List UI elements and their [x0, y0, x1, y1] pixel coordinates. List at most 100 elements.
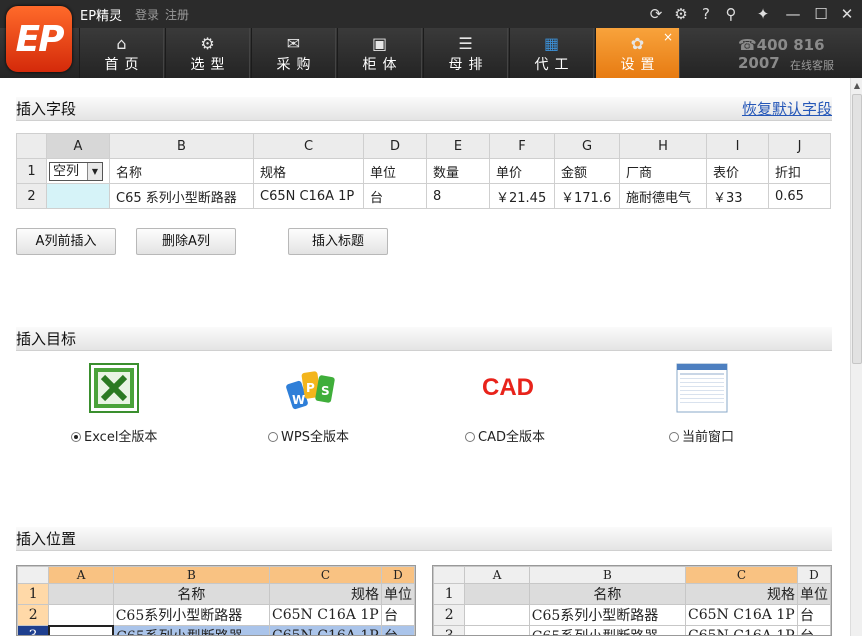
- sheet-cell[interactable]: [464, 604, 530, 626]
- value-cell[interactable]: ￥33: [706, 183, 769, 209]
- sheet-cell[interactable]: [48, 583, 114, 605]
- current-window-radio[interactable]: [669, 432, 679, 442]
- position-sheet-left[interactable]: A B C D 1 名称 规格 单位 2 C65系列小型断路器 C65N C16…: [16, 565, 416, 636]
- sheet-cell[interactable]: 名称: [112, 583, 271, 605]
- menu-icon[interactable]: ⚲: [720, 3, 742, 25]
- register-link[interactable]: 注册: [165, 6, 189, 23]
- online-service-link[interactable]: 在线客服: [790, 57, 834, 73]
- value-cell[interactable]: 台: [363, 183, 427, 209]
- sheet-cell[interactable]: [464, 583, 530, 605]
- sheet-cell[interactable]: 单位: [796, 583, 831, 605]
- pin-icon[interactable]: ✦: [752, 3, 774, 25]
- sheet-cell[interactable]: C65系列小型断路器: [528, 604, 687, 626]
- col-header[interactable]: A: [46, 133, 110, 159]
- scroll-thumb[interactable]: [852, 94, 862, 364]
- field-cell[interactable]: 数量: [426, 158, 490, 184]
- cad-radio[interactable]: [465, 432, 475, 442]
- col-header[interactable]: C: [253, 133, 364, 159]
- field-cell[interactable]: 单位: [363, 158, 427, 184]
- scroll-up-icon[interactable]: ▲: [851, 80, 862, 92]
- refresh-icon[interactable]: ⟳: [645, 3, 667, 25]
- sheet-cell[interactable]: C65N C16A 1P: [269, 625, 382, 635]
- nav-busbar[interactable]: ☰ 母排: [423, 28, 508, 78]
- field-cell[interactable]: 折扣: [768, 158, 831, 184]
- nav-purchase[interactable]: ✉ 采购: [251, 28, 336, 78]
- cad-icon[interactable]: CAD: [478, 372, 538, 404]
- nav-oem[interactable]: ▦ 代工: [509, 28, 594, 78]
- minimize-icon[interactable]: —: [782, 3, 804, 25]
- wps-icon[interactable]: W P S: [285, 362, 337, 414]
- col-header[interactable]: D: [363, 133, 427, 159]
- insert-before-a-button[interactable]: A列前插入: [16, 228, 116, 255]
- sheet-cell[interactable]: 台: [380, 604, 415, 626]
- insert-title-button[interactable]: 插入标题: [288, 228, 388, 255]
- delete-column-a-button[interactable]: 删除A列: [136, 228, 236, 255]
- excel-icon[interactable]: [89, 363, 139, 413]
- sheet-row-number[interactable]: 2: [17, 604, 50, 626]
- nav-select[interactable]: ⚙ 选型: [165, 28, 250, 78]
- value-cell[interactable]: ￥171.6: [554, 183, 620, 209]
- sheet-cell[interactable]: C65系列小型断路器: [112, 604, 271, 626]
- sheet-cell[interactable]: C65N C16A 1P: [269, 604, 382, 626]
- sheet-cell[interactable]: C65系列小型断路器: [112, 625, 271, 635]
- col-header[interactable]: H: [619, 133, 707, 159]
- sheet-cell[interactable]: 单位: [380, 583, 415, 605]
- value-cell[interactable]: 施耐德电气: [619, 183, 707, 209]
- col-header[interactable]: F: [489, 133, 555, 159]
- vertical-scrollbar[interactable]: ▲: [850, 78, 862, 636]
- sheet-col-header[interactable]: A: [48, 566, 114, 584]
- window-icon[interactable]: [676, 363, 728, 413]
- position-sheet-right[interactable]: A B C D 1 名称 规格 单位 2 C65系列小型断路器 C65N C16…: [432, 565, 832, 636]
- nav-settings[interactable]: ✿ 设置 ×: [595, 28, 680, 78]
- wps-option[interactable]: WPS全版本: [268, 426, 349, 445]
- col-header[interactable]: E: [426, 133, 490, 159]
- excel-option[interactable]: Excel全版本: [71, 426, 157, 445]
- current-window-option[interactable]: 当前窗口: [669, 426, 734, 445]
- sheet-col-header[interactable]: B: [528, 566, 687, 584]
- selected-cell[interactable]: [46, 183, 110, 209]
- sheet-col-header[interactable]: C: [269, 566, 382, 584]
- sheet-col-header[interactable]: A: [464, 566, 530, 584]
- sheet-cell[interactable]: 台: [796, 604, 831, 626]
- sheet-col-header[interactable]: D: [796, 566, 831, 584]
- field-cell[interactable]: 厂商: [619, 158, 707, 184]
- sheet-cell[interactable]: 规格: [685, 583, 798, 605]
- wps-radio[interactable]: [268, 432, 278, 442]
- sheet-col-header[interactable]: D: [380, 566, 415, 584]
- sheet-cell[interactable]: 台: [380, 625, 415, 635]
- login-link[interactable]: 登录: [135, 6, 159, 23]
- sheet-row-number[interactable]: 1: [433, 583, 466, 605]
- sheet-cell[interactable]: 规格: [269, 583, 382, 605]
- sheet-cell[interactable]: 名称: [528, 583, 687, 605]
- field-cell[interactable]: 规格: [253, 158, 364, 184]
- maximize-icon[interactable]: ☐: [810, 3, 832, 25]
- sheet-cell[interactable]: 台: [796, 625, 831, 635]
- sheet-cell[interactable]: C65N C16A 1P: [685, 625, 798, 635]
- cad-option[interactable]: CAD全版本: [465, 426, 545, 445]
- col-header[interactable]: I: [706, 133, 769, 159]
- sheet-row-number[interactable]: 2: [433, 604, 466, 626]
- field-select[interactable]: 空列 ▼: [49, 161, 103, 181]
- sheet-col-header[interactable]: B: [112, 566, 271, 584]
- field-cell[interactable]: 表价: [706, 158, 769, 184]
- col-header[interactable]: B: [109, 133, 254, 159]
- field-dropdown-cell[interactable]: 空列 ▼: [46, 158, 110, 184]
- value-cell[interactable]: C65 系列小型断路器: [109, 183, 254, 209]
- sheet-active-cell[interactable]: [47, 624, 115, 635]
- sheet-row-number[interactable]: 1: [17, 583, 50, 605]
- help-icon[interactable]: ?: [695, 3, 717, 25]
- sheet-col-header[interactable]: C: [685, 566, 798, 584]
- nav-cabinet[interactable]: ▣ 柜体: [337, 28, 422, 78]
- sheet-cell[interactable]: C65系列小型断路器: [528, 625, 687, 635]
- col-header[interactable]: G: [554, 133, 620, 159]
- tab-close-icon[interactable]: ×: [663, 30, 673, 44]
- sheet-row-number[interactable]: 3: [433, 625, 466, 635]
- field-cell[interactable]: 金额: [554, 158, 620, 184]
- field-cell[interactable]: 单价: [489, 158, 555, 184]
- field-cell[interactable]: 名称: [109, 158, 254, 184]
- value-cell[interactable]: 8: [426, 183, 490, 209]
- excel-radio[interactable]: [71, 432, 81, 442]
- nav-home[interactable]: ⌂ 首页: [79, 28, 164, 78]
- restore-default-link[interactable]: 恢复默认字段: [742, 97, 832, 121]
- close-icon[interactable]: ✕: [836, 3, 858, 25]
